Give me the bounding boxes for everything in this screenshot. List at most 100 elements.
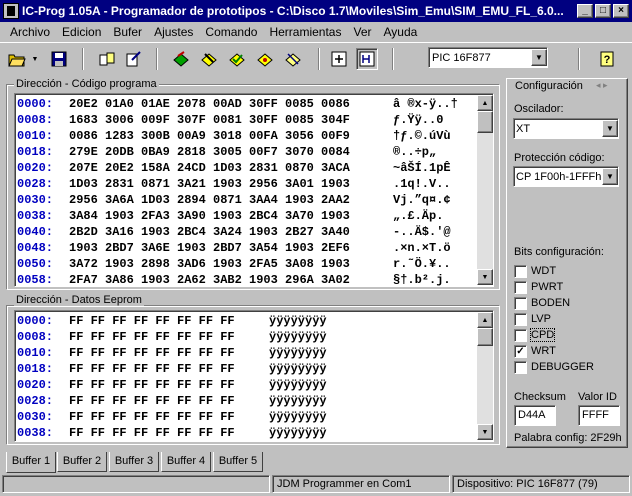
row-data[interactable]: 2FA7 3A86 1903 2A62 3AB2 1903 296A 3A02 [63,272,393,286]
config-bit-cpd[interactable]: CPD [514,328,556,342]
row-data[interactable]: 20E2 01A0 01AE 2078 00AD 30FF 0085 0086 [63,96,393,112]
scroll-up-icon[interactable]: ▲ [477,95,493,111]
row-data[interactable]: FF FF FF FF FF FF FF FF [63,329,269,345]
hex-row[interactable]: 0048: 1903 2BD7 3A6E 1903 2BD7 3A54 1903 … [15,240,493,256]
checkbox[interactable] [514,328,527,342]
checkbox[interactable] [514,280,527,294]
hex-row[interactable]: 0020: 207E 20E2 158A 24CD 1D03 2831 0870 … [15,160,493,176]
hex-row[interactable]: 0030: 2956 3A6A 1D03 2894 0871 3AA4 1903 … [15,192,493,208]
tab-buffer-1[interactable]: Buffer 1 [6,452,56,473]
checksum-field[interactable]: D44A [514,405,556,426]
row-data[interactable]: 207E 20E2 158A 24CD 1D03 2831 0870 3ACA [63,160,393,176]
tab-buffer-5[interactable]: Buffer 5 [213,452,263,472]
scroll-up-icon[interactable]: ▲ [477,312,493,328]
row-data[interactable]: FF FF FF FF FF FF FF FF [63,377,269,393]
row-data[interactable]: FF FF FF FF FF FF FF FF [63,425,269,441]
row-data[interactable]: 3A72 1903 2898 3AD6 1903 2FA5 3A08 1903 [63,256,393,272]
row-data[interactable]: 1683 3006 009F 307F 0081 30FF 0085 304F [63,112,393,128]
row-data[interactable]: 1903 2BD7 3A6E 1903 2BD7 3A54 1903 2EF6 [63,240,393,256]
hex-row[interactable]: 0040: 2B2D 3A16 1903 2BC4 3A24 1903 2B27 … [15,224,493,240]
hex-row[interactable]: 0028: FF FF FF FF FF FF FF FF ÿÿÿÿÿÿÿÿ [15,393,493,409]
config-bit-wdt[interactable]: WDT [514,264,556,278]
row-data[interactable]: 3A84 1903 2FA3 3A90 1903 2BC4 3A70 1903 [63,208,393,224]
hex-row[interactable]: 0058: 2FA7 3A86 1903 2A62 3AB2 1903 296A … [15,272,493,286]
hex-row[interactable]: 0020: FF FF FF FF FF FF FF FF ÿÿÿÿÿÿÿÿ [15,377,493,393]
scroll-thumb[interactable] [477,328,493,346]
row-data[interactable]: FF FF FF FF FF FF FF FF [63,393,269,409]
config-bit-boden[interactable]: BODEN [514,296,570,310]
open-dropdown-icon[interactable]: ▼ [30,48,40,70]
open-icon[interactable] [6,48,28,70]
chevron-down-icon[interactable]: ▼ [531,49,547,66]
hex-row[interactable]: 0008: FF FF FF FF FF FF FF FF ÿÿÿÿÿÿÿÿ [15,329,493,345]
config-bit-pwrt[interactable]: PWRT [514,280,563,294]
menu-edicion[interactable]: Edicion [56,25,107,39]
hex-row[interactable]: 0010: FF FF FF FF FF FF FF FF ÿÿÿÿÿÿÿÿ [15,345,493,361]
checkbox[interactable] [514,360,527,374]
read-icon[interactable] [96,48,118,70]
hex-row[interactable]: 0028: 1D03 2831 0871 3A21 1903 2956 3A01 … [15,176,493,192]
eeprom-memory-grid[interactable]: 0000: FF FF FF FF FF FF FF FF ÿÿÿÿÿÿÿÿ 0008… [14,310,494,442]
blank-check-icon[interactable] [254,48,276,70]
hex-row[interactable]: 0000: FF FF FF FF FF FF FF FF ÿÿÿÿÿÿÿÿ [15,313,493,329]
menu-ajustes[interactable]: Ajustes [148,25,199,39]
config-bit-wrt[interactable]: ✓ WRT [514,344,556,358]
row-data[interactable]: 0086 1283 300B 00A9 3018 00FA 3056 00F9 [63,128,393,144]
id-field[interactable]: FFFF [578,405,620,426]
chevron-down-icon[interactable]: ▼ [602,120,618,137]
checkbox[interactable] [514,264,527,278]
eeprom-scrollbar[interactable]: ▲ ▼ [477,312,493,440]
erase-chip-icon[interactable] [198,48,220,70]
row-data[interactable]: FF FF FF FF FF FF FF FF [63,361,269,377]
chevron-down-icon[interactable]: ▼ [602,168,618,185]
scroll-thumb[interactable] [477,111,493,133]
tab-buffer-4[interactable]: Buffer 4 [161,452,211,472]
minimize-button[interactable]: _ [577,4,593,18]
config-icon[interactable] [282,48,304,70]
hex-row[interactable]: 0000: 20E2 01A0 01AE 2078 00AD 30FF 0085 … [15,96,493,112]
config-bit-debugger[interactable]: DEBUGGER [514,360,594,374]
scroll-down-icon[interactable]: ▼ [477,424,493,440]
hex-row[interactable]: 0018: 279E 20DB 0BA9 2818 3005 00F7 3070 … [15,144,493,160]
config-bit-lvp[interactable]: LVP [514,312,551,326]
hex-row[interactable]: 0018: FF FF FF FF FF FF FF FF ÿÿÿÿÿÿÿÿ [15,361,493,377]
verify-icon[interactable] [226,48,248,70]
app-icon[interactable] [3,3,19,19]
oscillator-select[interactable]: XT ▼ [513,118,619,139]
menu-archivo[interactable]: Archivo [4,25,56,39]
checkbox[interactable]: ✓ [514,344,527,358]
view-hex-icon[interactable] [356,48,378,70]
program-memory-grid[interactable]: 0000: 20E2 01A0 01AE 2078 00AD 30FF 0085 … [14,93,494,287]
view-icon[interactable] [328,48,350,70]
menu-comando[interactable]: Comando [199,25,263,39]
checkbox[interactable] [514,296,527,310]
save-icon[interactable] [48,48,70,70]
write-icon[interactable] [122,48,144,70]
row-data[interactable]: FF FF FF FF FF FF FF FF [63,409,269,425]
panel-arrows-icon[interactable]: ◂ ▸ [596,80,608,91]
protection-select[interactable]: CP 1F00h-1FFFh ▼ [513,166,619,187]
hex-row[interactable]: 0038: 3A84 1903 2FA3 3A90 1903 2BC4 3A70 … [15,208,493,224]
menu-ver[interactable]: Ver [347,25,377,39]
row-data[interactable]: 279E 20DB 0BA9 2818 3005 00F7 3070 0084 [63,144,393,160]
row-data[interactable]: 2956 3A6A 1D03 2894 0871 3AA4 1903 2AA2 [63,192,393,208]
program-chip-icon[interactable] [170,48,192,70]
row-data[interactable]: 2B2D 3A16 1903 2BC4 3A24 1903 2B27 3A40 [63,224,393,240]
hex-row[interactable]: 0010: 0086 1283 300B 00A9 3018 00FA 3056 … [15,128,493,144]
hex-row[interactable]: 0038: FF FF FF FF FF FF FF FF ÿÿÿÿÿÿÿÿ [15,425,493,441]
title-bar[interactable]: IC-Prog 1.05A - Programador de prototipo… [0,0,632,22]
menu-herramientas[interactable]: Herramientas [263,25,347,39]
scroll-down-icon[interactable]: ▼ [477,269,493,285]
program-scrollbar[interactable]: ▲ ▼ [477,95,493,285]
maximize-button[interactable]: □ [595,4,611,18]
close-button[interactable]: × [613,4,629,18]
menu-ayuda[interactable]: Ayuda [378,25,424,39]
device-select[interactable]: PIC 16F877 ▼ [428,47,548,68]
row-data[interactable]: FF FF FF FF FF FF FF FF [63,313,269,329]
checkbox[interactable] [514,312,527,326]
help-icon[interactable]: ? [596,48,618,70]
row-data[interactable]: FF FF FF FF FF FF FF FF [63,345,269,361]
hex-row[interactable]: 0008: 1683 3006 009F 307F 0081 30FF 0085 … [15,112,493,128]
row-data[interactable]: 1D03 2831 0871 3A21 1903 2956 3A01 1903 [63,176,393,192]
tab-buffer-2[interactable]: Buffer 2 [57,452,107,472]
